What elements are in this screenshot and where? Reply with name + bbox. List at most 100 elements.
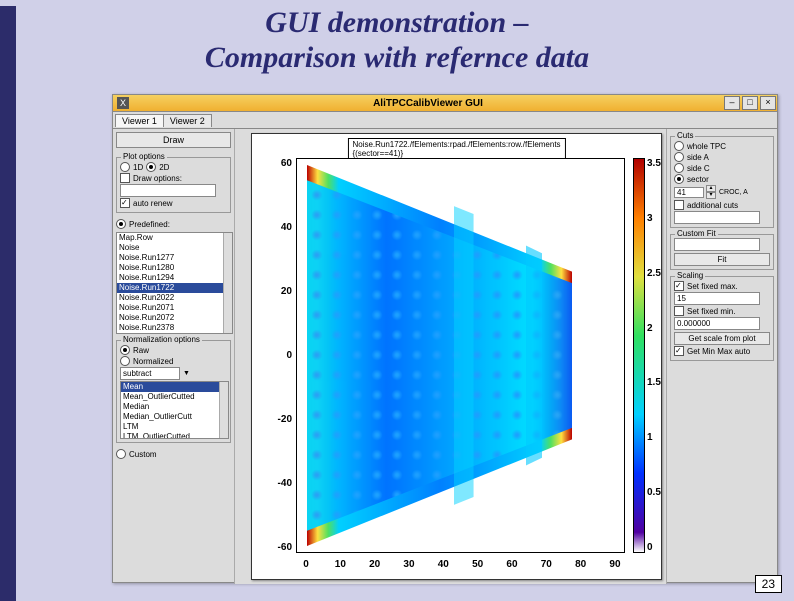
tab-viewer-2[interactable]: Viewer 2 xyxy=(163,114,212,127)
predefined-item[interactable]: Noise.Run2071 xyxy=(117,303,232,313)
normalization-methods-listbox[interactable]: MeanMean_OutlierCuttedMedianMedian_Outli… xyxy=(120,381,229,439)
label-predefined: Predefined: xyxy=(129,220,170,229)
radio-raw[interactable] xyxy=(120,345,130,355)
maximize-button[interactable]: □ xyxy=(742,96,758,110)
normalization-method-item[interactable]: Mean xyxy=(121,382,228,392)
draw-options-input[interactable] xyxy=(120,184,216,197)
draw-button[interactable]: Draw xyxy=(116,132,231,148)
normalization-method-item[interactable]: Mean_OutlierCutted xyxy=(121,392,228,402)
sector-value[interactable]: 41 xyxy=(674,187,704,198)
slide-title-line2: Comparison with refernce data xyxy=(205,41,589,74)
additional-cuts-input[interactable] xyxy=(674,211,760,224)
normalization-method-item[interactable]: Median_OutlierCutt xyxy=(121,412,228,422)
checkbox-additional-cuts[interactable] xyxy=(674,200,684,210)
label-auto-renew: auto renew xyxy=(133,199,173,208)
titlebar: X AliTPCCalibViewer GUI – □ × xyxy=(113,95,777,112)
normalization-method-item[interactable]: LTM xyxy=(121,422,228,432)
get-scale-button[interactable]: Get scale from plot xyxy=(674,332,770,345)
heatmap xyxy=(297,159,624,552)
checkbox-get-minmax-auto[interactable] xyxy=(674,346,684,356)
spinner-up-icon[interactable]: ▴ xyxy=(706,185,716,192)
right-panel: Cuts whole TPC side A side C sector 41 ▴… xyxy=(666,129,777,584)
normalization-group: Normalization options Raw Normalized ▼ M… xyxy=(116,340,231,443)
scrollbar[interactable] xyxy=(223,233,232,333)
label-raw: Raw xyxy=(133,346,149,355)
radio-predefined[interactable] xyxy=(116,219,126,229)
plot-options-group: Plot options 1D 2D Draw options: auto re… xyxy=(116,157,231,213)
checkbox-draw-options[interactable] xyxy=(120,173,130,183)
checkbox-set-min[interactable] xyxy=(674,306,684,316)
x-axis-ticks: 0102030405060708090 xyxy=(296,559,625,575)
predefined-item[interactable]: Noise.Run1277 xyxy=(117,253,232,263)
predefined-item[interactable]: Noise.Run2380 xyxy=(117,333,232,334)
custom-fit-input[interactable] xyxy=(674,238,760,251)
radio-whole-tpc[interactable] xyxy=(674,141,684,151)
label-croc: CROC, A xyxy=(719,189,748,196)
sector-spinner[interactable]: 41 ▴▾ xyxy=(674,185,716,199)
label-additional-cuts: additional cuts xyxy=(687,201,738,210)
checkbox-set-max[interactable] xyxy=(674,281,684,291)
predefined-item[interactable]: Noise xyxy=(117,243,232,253)
predefined-item[interactable]: Noise.Run1722 xyxy=(117,283,232,293)
label-set-max: Set fixed max. xyxy=(687,282,738,291)
label-draw-options: Draw options: xyxy=(133,174,182,183)
predefined-item[interactable]: Noise.Run1294 xyxy=(117,273,232,283)
max-input[interactable] xyxy=(674,292,760,305)
slide-title-line1: GUI demonstration – xyxy=(265,6,528,39)
y-axis-ticks: 6040200-20-40-60 xyxy=(256,158,292,553)
predefined-item[interactable]: Map.Row xyxy=(117,233,232,243)
predefined-listbox[interactable]: Map.RowNoiseNoise.Run1277Noise.Run1280No… xyxy=(116,232,233,334)
predefined-item[interactable]: Noise.Run2072 xyxy=(117,313,232,323)
plot-frame xyxy=(296,158,625,553)
label-get-minmax-auto: Get Min Max auto xyxy=(687,347,750,356)
radio-custom[interactable] xyxy=(116,449,126,459)
colorbar-ticks: 3.532.521.510.50 xyxy=(647,158,661,553)
label-normalized: Normalized xyxy=(133,357,173,366)
scaling-group: Scaling Set fixed max. Set fixed min. Ge… xyxy=(670,276,774,361)
label-custom: Custom xyxy=(129,450,157,459)
cuts-legend: Cuts xyxy=(675,131,695,140)
normalization-method-item[interactable]: Median xyxy=(121,402,228,412)
predefined-item[interactable]: Noise.Run1280 xyxy=(117,263,232,273)
plot-canvas[interactable]: Noise.Run1722./fElements:rpad./fElements… xyxy=(251,133,662,580)
colorbar xyxy=(633,158,645,553)
label-side-c: side C xyxy=(687,164,710,173)
checkbox-auto-renew[interactable] xyxy=(120,198,130,208)
radio-normalized[interactable] xyxy=(120,356,130,366)
radio-2d[interactable] xyxy=(146,162,156,172)
slide-number: 23 xyxy=(755,575,782,593)
close-button[interactable]: × xyxy=(760,96,776,110)
radio-sector[interactable] xyxy=(674,174,684,184)
fit-button[interactable]: Fit xyxy=(674,253,770,266)
label-set-min: Set fixed min. xyxy=(687,307,735,316)
cuts-group: Cuts whole TPC side A side C sector 41 ▴… xyxy=(670,136,774,228)
label-2d: 2D xyxy=(159,163,169,172)
left-panel: Draw Plot options 1D 2D Draw options: au… xyxy=(113,129,235,584)
radio-1d[interactable] xyxy=(120,162,130,172)
predefined-item[interactable]: Noise.Run2022 xyxy=(117,293,232,303)
app-icon: X xyxy=(117,97,129,109)
scrollbar[interactable] xyxy=(219,382,228,438)
radio-side-a[interactable] xyxy=(674,152,684,162)
label-1d: 1D xyxy=(133,163,143,172)
spinner-down-icon[interactable]: ▾ xyxy=(706,192,716,199)
custom-fit-legend: Custom Fit xyxy=(675,229,718,238)
normalization-type-select[interactable] xyxy=(120,367,180,380)
plot-title: Noise.Run1722./fElements:rpad./fElements… xyxy=(347,138,565,160)
label-whole-tpc: whole TPC xyxy=(687,142,726,151)
minimize-button[interactable]: – xyxy=(724,96,740,110)
viewer-tabs: Viewer 1 Viewer 2 xyxy=(113,112,777,129)
app-window: X AliTPCCalibViewer GUI – □ × Viewer 1 V… xyxy=(112,94,778,583)
radio-side-c[interactable] xyxy=(674,163,684,173)
normalization-legend: Normalization options xyxy=(121,335,202,344)
predefined-item[interactable]: Noise.Run2378 xyxy=(117,323,232,333)
min-input[interactable] xyxy=(674,317,760,330)
label-sector: sector xyxy=(687,175,709,184)
window-title: AliTPCCalibViewer GUI xyxy=(133,98,723,109)
label-side-a: side A xyxy=(687,153,709,162)
scaling-legend: Scaling xyxy=(675,271,705,280)
tab-viewer-1[interactable]: Viewer 1 xyxy=(115,114,164,127)
custom-fit-group: Custom Fit Fit xyxy=(670,234,774,270)
plot-panel: Noise.Run1722./fElements:rpad./fElements… xyxy=(235,129,666,584)
normalization-method-item[interactable]: LTM_OutlierCutted xyxy=(121,432,228,439)
